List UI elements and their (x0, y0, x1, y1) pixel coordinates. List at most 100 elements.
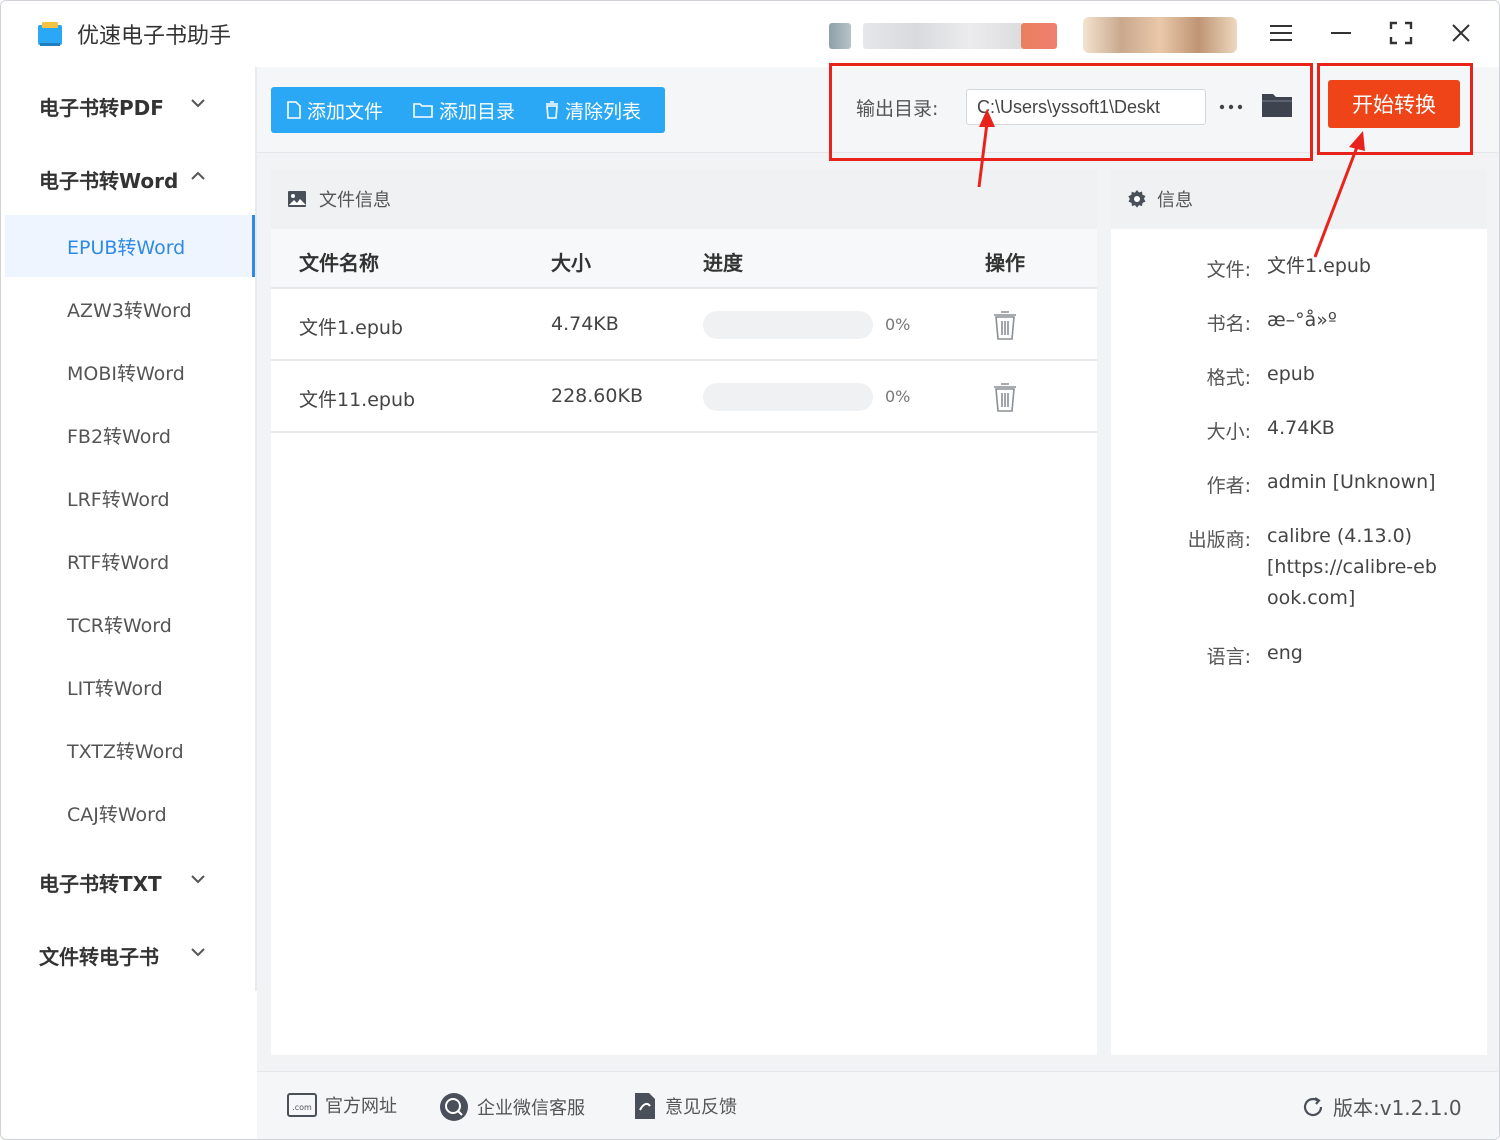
info-value-size: 4.74KB (1267, 417, 1335, 439)
info-value-author: admin [Unknown] (1267, 471, 1436, 493)
start-button-highlight: 开始转换 (1317, 63, 1473, 155)
menu-button[interactable] (1263, 17, 1299, 49)
chevron-down-icon (191, 875, 205, 884)
start-convert-button[interactable]: 开始转换 (1328, 80, 1460, 128)
add-directory-label: 添加目录 (439, 100, 516, 123)
sidebar-item-txtz-to-word[interactable]: TXTZ转Word (5, 719, 255, 781)
info-key-size: 大小: (1206, 421, 1251, 443)
menu-icon (1270, 25, 1292, 41)
clear-list-button[interactable]: 清除列表 (529, 87, 655, 133)
progress-percent: 0% (885, 315, 911, 334)
file-action-buttons: 添加文件 添加目录 清除列表 (271, 87, 665, 133)
sidebar-item-rtf-to-word[interactable]: RTF转Word (5, 530, 255, 592)
sidebar-group-file-to-ebook[interactable]: 文件转电子书 (39, 935, 219, 975)
website-label: 官方网址 (325, 1096, 397, 1117)
blurred-user-info (1021, 23, 1057, 49)
svg-text:.com: .com (292, 1103, 312, 1112)
sidebar-group-label: 电子书转TXT (39, 871, 162, 896)
sidebar-group-label: 电子书转Word (39, 168, 179, 193)
app-logo-icon (38, 22, 62, 46)
chevron-down-icon (191, 99, 205, 108)
sidebar-item-azw3-to-word[interactable]: AZW3转Word (5, 278, 255, 340)
web-icon: .com (287, 1093, 317, 1117)
blurred-user-info (863, 23, 1023, 49)
output-directory-label: 输出目录: (856, 98, 939, 120)
info-key-format: 格式: (1206, 367, 1251, 389)
file-size: 228.60KB (551, 385, 643, 407)
progress-bar (703, 383, 873, 411)
output-directory-highlight: 输出目录: C:\Users\yssoft1\Deskt (829, 63, 1313, 161)
table-row[interactable]: 文件11.epub 228.60KB 0% (271, 361, 1097, 433)
info-panel-header: 信息 (1111, 169, 1487, 229)
info-value-title: æ–°å»º (1267, 309, 1337, 331)
info-key-author: 作者: (1206, 475, 1251, 497)
sidebar-group-ebook-to-pdf[interactable]: 电子书转PDF (39, 86, 219, 126)
trash-icon[interactable] (991, 309, 1019, 341)
close-icon (1452, 24, 1470, 42)
sidebar-item-fb2-to-word[interactable]: FB2转Word (5, 404, 255, 466)
sidebar-group-ebook-to-txt[interactable]: 电子书转TXT (39, 862, 219, 902)
sidebar-item-lrf-to-word[interactable]: LRF转Word (5, 467, 255, 529)
title-bar: 优速电子书助手 (1, 1, 1499, 67)
feedback-icon (635, 1093, 655, 1119)
file-icon (287, 101, 301, 119)
info-value-publisher: calibre (4.13.0) [https://calibre-ebook.… (1267, 525, 1437, 609)
info-key-publisher: 出版商: (1187, 529, 1251, 551)
clear-list-label: 清除列表 (565, 100, 642, 123)
toolbar: 添加文件 添加目录 清除列表 输出目录: C:\Users\yssoft1\De… (257, 63, 1499, 161)
sidebar-group-label: 文件转电子书 (39, 944, 159, 969)
file-panel-header: 文件信息 (271, 169, 1097, 229)
sidebar-item-mobi-to-word[interactable]: MOBI转Word (5, 341, 255, 403)
output-directory-input[interactable]: C:\Users\yssoft1\Deskt (966, 89, 1206, 125)
info-key-language: 语言: (1206, 646, 1251, 668)
close-button[interactable] (1443, 17, 1479, 49)
sidebar-item-tcr-to-word[interactable]: TCR转Word (5, 593, 255, 655)
column-header-name: 文件名称 (299, 251, 379, 275)
wechat-support-link[interactable]: 企业微信客服 (439, 1092, 585, 1122)
file-panel-title: 文件信息 (319, 190, 391, 211)
blurred-avatar[interactable] (1083, 17, 1237, 53)
add-directory-button[interactable]: 添加目录 (397, 87, 529, 133)
trash-icon[interactable] (991, 381, 1019, 413)
chat-icon (440, 1093, 468, 1121)
file-table-header: 文件名称 大小 进度 操作 (271, 229, 1097, 289)
wechat-support-label: 企业微信客服 (477, 1098, 585, 1119)
refresh-icon[interactable] (1301, 1095, 1325, 1119)
website-link[interactable]: .com 官方网址 (287, 1092, 397, 1118)
feedback-link[interactable]: 意见反馈 (633, 1092, 737, 1120)
sidebar-group-ebook-to-word[interactable]: 电子书转Word (39, 159, 219, 199)
open-folder-icon[interactable] (1260, 90, 1294, 120)
gear-icon (1128, 190, 1146, 208)
maximize-button[interactable] (1383, 17, 1419, 49)
table-row[interactable]: 文件1.epub 4.74KB 0% (271, 289, 1097, 361)
file-list-panel: 文件信息 文件名称 大小 进度 操作 文件1.epub 4.74KB 0% 文件… (271, 169, 1097, 1055)
app-window: 优速电子书助手 电子书转PDF 电子书转Word EPUB转Word AZW3转… (0, 0, 1500, 1140)
version-info: 版本:v1.2.1.0 (1301, 1092, 1462, 1121)
file-name: 文件1.epub (299, 317, 403, 339)
column-header-progress: 进度 (703, 251, 743, 275)
file-name: 文件11.epub (299, 389, 416, 411)
more-icon (1219, 104, 1243, 110)
browse-more-button[interactable] (1216, 92, 1246, 122)
column-header-action: 操作 (985, 251, 1025, 275)
app-title: 优速电子书助手 (77, 24, 232, 49)
chevron-down-icon (191, 948, 205, 957)
maximize-icon (1389, 21, 1413, 45)
info-key-title: 书名: (1206, 313, 1251, 335)
sidebar-item-lit-to-word[interactable]: LIT转Word (5, 656, 255, 718)
main-content: 添加文件 添加目录 清除列表 输出目录: C:\Users\yssoft1\De… (257, 63, 1499, 1139)
info-panel-title: 信息 (1157, 190, 1193, 211)
file-size: 4.74KB (551, 313, 619, 335)
column-header-size: 大小 (551, 251, 591, 275)
feedback-label: 意见反馈 (665, 1097, 737, 1118)
sidebar-item-caj-to-word[interactable]: CAJ转Word (5, 782, 255, 844)
sidebar: 电子书转PDF 电子书转Word EPUB转Word AZW3转Word MOB… (1, 67, 257, 991)
sidebar-group-label: 电子书转PDF (39, 95, 164, 120)
info-value-language: eng (1267, 642, 1303, 664)
minimize-button[interactable] (1323, 17, 1359, 49)
add-file-button[interactable]: 添加文件 (271, 87, 397, 133)
info-value-format: epub (1267, 363, 1315, 385)
sidebar-item-epub-to-word[interactable]: EPUB转Word (5, 215, 255, 277)
minimize-icon (1331, 32, 1351, 34)
info-key-file: 文件: (1206, 259, 1251, 281)
